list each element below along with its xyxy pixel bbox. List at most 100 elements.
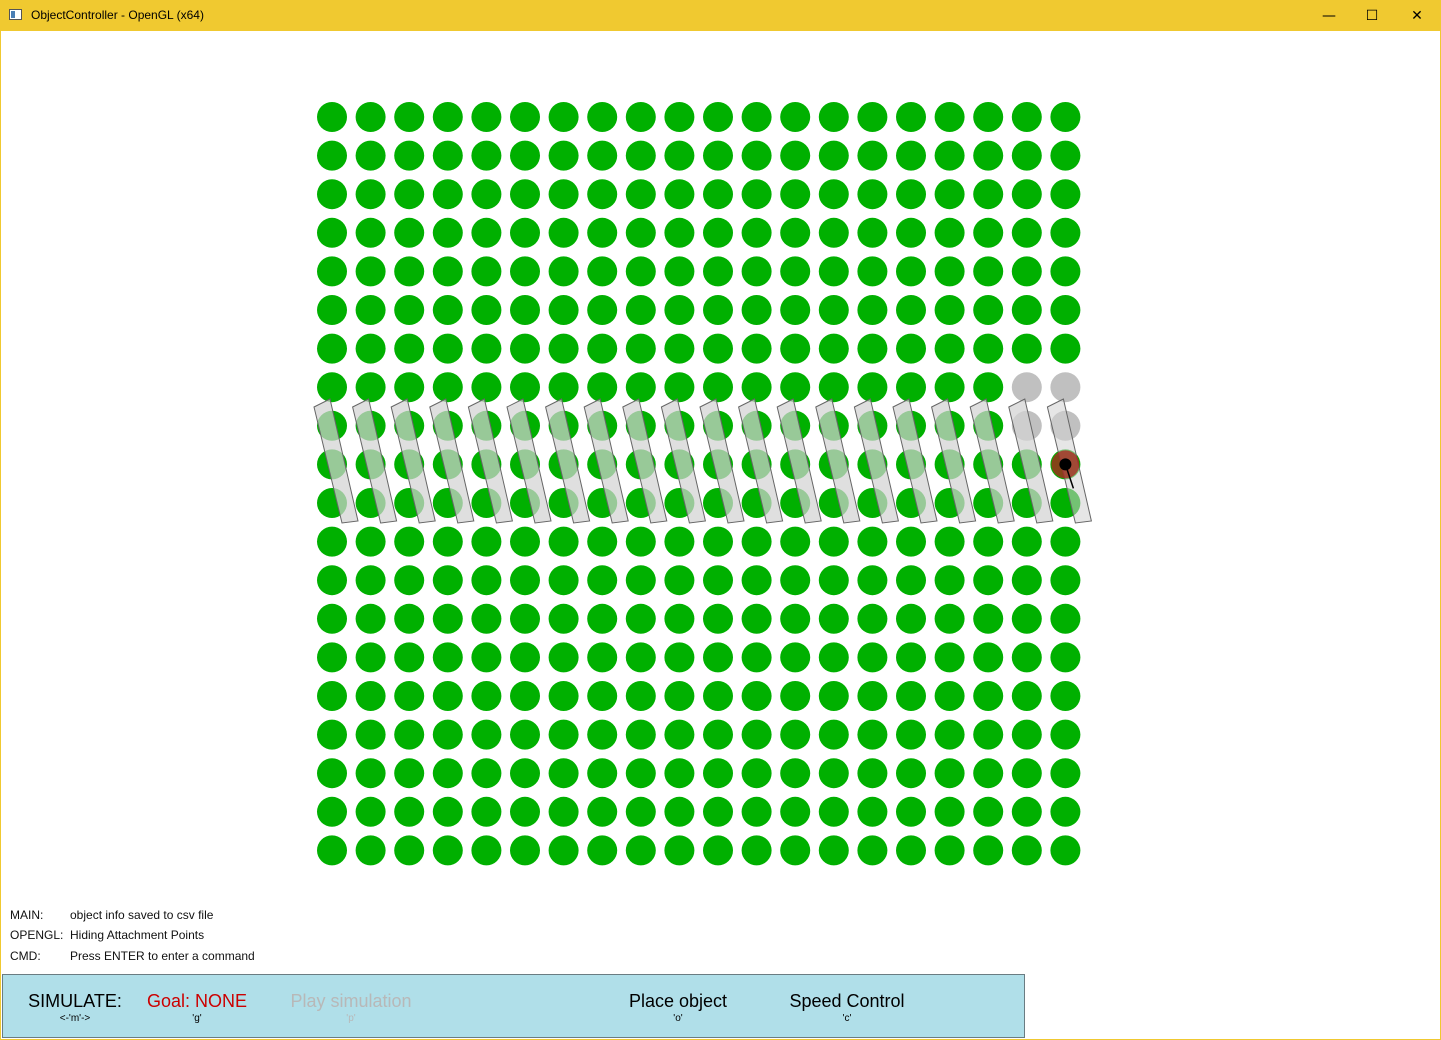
speed-key-hint: 'c' <box>842 1013 852 1024</box>
grid-dot <box>818 642 849 673</box>
opengl-viewport[interactable]: MAIN: object info saved to csv file OPEN… <box>1 31 1440 1039</box>
grid-dot <box>780 719 811 750</box>
grid-dot <box>741 758 772 789</box>
grid-dot <box>548 295 579 325</box>
grid-dot <box>510 526 540 557</box>
grid-dot <box>780 642 811 673</box>
grid-dot <box>1050 102 1081 132</box>
grid-dot <box>896 333 926 364</box>
grid-dot <box>432 565 463 596</box>
grid-dot <box>317 295 347 325</box>
grid-dot <box>818 719 849 750</box>
grid-dot <box>664 565 695 596</box>
place-object-button[interactable]: Place object 'o' <box>623 991 733 1024</box>
grid-dot <box>741 796 772 827</box>
simulate-mode-selector[interactable]: SIMULATE: <-'m'-> <box>25 991 125 1024</box>
grid-dot <box>857 835 888 866</box>
grid-dot <box>510 681 540 711</box>
grid-dot <box>317 835 347 866</box>
grid-dot <box>587 835 618 866</box>
grid-dot <box>818 758 849 789</box>
grid-dot <box>471 758 502 789</box>
grid-dot <box>973 295 1004 325</box>
grid-dot <box>471 681 502 711</box>
grid-dot <box>317 796 347 827</box>
grid-dot <box>1050 333 1081 364</box>
grid-dot <box>587 526 618 557</box>
goal-button[interactable]: Goal: NONE 'g' <box>145 991 249 1024</box>
grid-dot <box>780 333 811 364</box>
grid-dot <box>432 681 463 711</box>
grid-dot <box>1011 102 1042 132</box>
grid-dot <box>780 526 811 557</box>
grid-dot <box>1011 681 1042 711</box>
grid-dot <box>355 217 386 248</box>
minimize-button[interactable]: — <box>1306 0 1352 31</box>
grid-dot-inactive <box>1050 372 1081 403</box>
grid-dot <box>934 835 965 866</box>
grid-dot <box>741 681 772 711</box>
grid-dot <box>432 758 463 789</box>
grid-dot <box>471 179 502 210</box>
log-message: Press ENTER to enter a command <box>70 949 255 963</box>
simulation-canvas[interactable] <box>1 31 1440 971</box>
grid-dot <box>973 179 1004 210</box>
grid-dot <box>934 295 965 325</box>
simulate-key-hint: <-'m'-> <box>59 1013 91 1024</box>
grid-dot <box>317 681 347 711</box>
grid-dot <box>317 642 347 673</box>
grid-dot <box>703 217 733 248</box>
grid-dot <box>625 642 656 673</box>
grid-dot <box>394 603 425 634</box>
grid-dot <box>664 603 695 634</box>
grid-dot <box>317 102 347 132</box>
grid-dot <box>703 256 733 287</box>
grid-dot <box>394 295 425 325</box>
grid-dot <box>703 179 733 210</box>
grid-dot <box>664 333 695 364</box>
grid-dot <box>934 372 965 403</box>
grid-dot <box>432 333 463 364</box>
grid-dot <box>510 102 540 132</box>
grid-dot <box>1011 295 1042 325</box>
grid-dot <box>664 295 695 325</box>
grid-dot <box>1011 256 1042 287</box>
grid-dot <box>818 603 849 634</box>
grid-dot <box>432 796 463 827</box>
grid-dot <box>1011 796 1042 827</box>
grid-dot <box>818 295 849 325</box>
grid-dot <box>587 796 618 827</box>
grid-dot <box>664 179 695 210</box>
grid-dot <box>741 835 772 866</box>
grid-dot <box>1011 526 1042 557</box>
grid-dot <box>317 333 347 364</box>
grid-dot <box>741 642 772 673</box>
speed-control-button[interactable]: Speed Control 'c' <box>783 991 911 1024</box>
grid-dot <box>471 603 502 634</box>
close-button[interactable]: ✕ <box>1394 0 1440 31</box>
grid-dot <box>394 140 425 171</box>
grid-dot <box>432 835 463 866</box>
grid-dot <box>857 681 888 711</box>
play-simulation-button[interactable]: Play simulation 'p' <box>289 991 413 1024</box>
grid-dot <box>548 217 579 248</box>
maximize-button[interactable]: ☐ <box>1349 0 1395 31</box>
grid-dot <box>548 835 579 866</box>
window-title: ObjectController - OpenGL (x64) <box>31 8 204 22</box>
grid-dot <box>780 372 811 403</box>
grid-dot <box>780 681 811 711</box>
grid-dot <box>857 295 888 325</box>
grid-dot <box>1011 140 1042 171</box>
grid-dot <box>741 526 772 557</box>
grid-dot <box>510 796 540 827</box>
grid-dot <box>857 796 888 827</box>
app-icon <box>9 9 22 20</box>
grid-dot <box>1050 179 1081 210</box>
grid-dot <box>934 179 965 210</box>
grid-dot <box>587 140 618 171</box>
grid-dot <box>741 102 772 132</box>
grid-dot <box>625 333 656 364</box>
grid-dot <box>664 758 695 789</box>
grid-dot <box>857 719 888 750</box>
grid-dot <box>818 565 849 596</box>
